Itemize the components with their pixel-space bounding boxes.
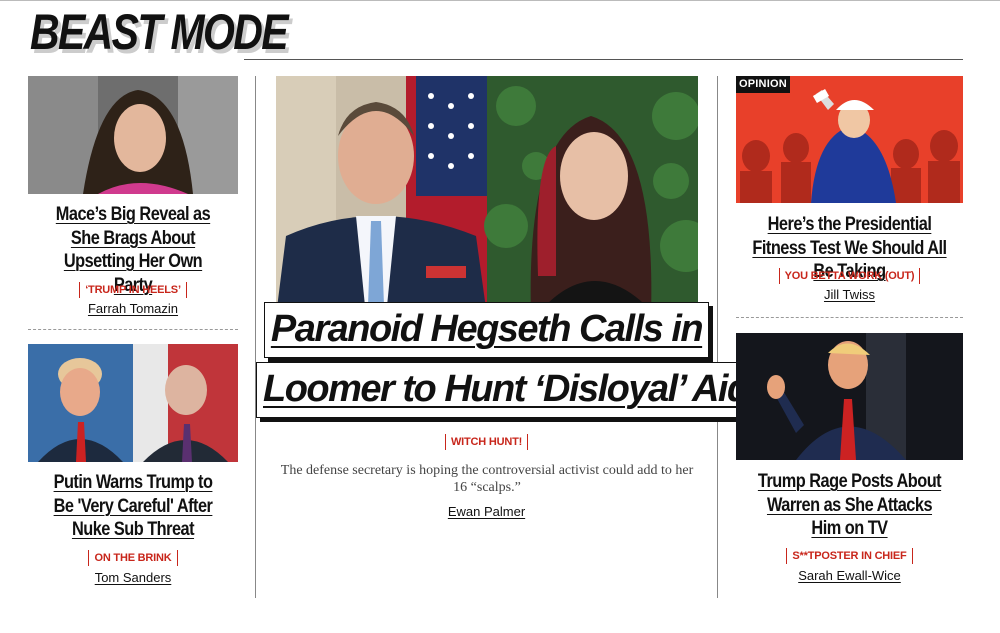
trump-warren-kicker-wrap: S**TPOSTER IN CHIEF	[736, 546, 963, 564]
opinion-badge: OPINION	[736, 76, 790, 93]
left-separator	[28, 329, 238, 330]
lead-kicker[interactable]: WITCH HUNT!	[444, 434, 529, 450]
trump-warren-headline[interactable]: Trump Rage Posts About Warren as She Att…	[752, 470, 947, 541]
lead-headline-line2[interactable]: Loomer to Hunt ‘Disloyal’ Aides	[256, 362, 795, 418]
lead-author[interactable]: Ewan Palmer	[256, 504, 717, 519]
putin-story-image[interactable]	[28, 344, 238, 462]
fitness-story-image[interactable]	[736, 76, 963, 203]
putin-headline[interactable]: Putin Warns Trump to Be 'Very Careful' A…	[43, 471, 224, 542]
lead-story-image[interactable]	[276, 76, 698, 316]
lead-headline-line1[interactable]: Paranoid Hegseth Calls in	[263, 302, 710, 358]
putin-kicker[interactable]: ON THE BRINK	[88, 550, 178, 566]
trump-warren-kicker[interactable]: S**TPOSTER IN CHIEF	[786, 548, 913, 564]
putin-trump-photo	[28, 344, 238, 462]
mace-story-image[interactable]	[28, 76, 238, 194]
mace-kicker-wrap: ‘TRUMP IN HEELS’	[28, 280, 238, 298]
fitness-kicker-wrap: YOU BETTA WORK (OUT)	[736, 266, 963, 284]
top-border	[0, 0, 1000, 1]
trump-warren-author[interactable]: Sarah Ewall-Wice	[736, 568, 963, 583]
lead-kicker-wrap: WITCH HUNT!	[256, 432, 717, 450]
lead-headline-line2-wrap: Loomer to Hunt ‘Disloyal’ Aides	[256, 362, 795, 418]
fitness-author[interactable]: Jill Twiss	[736, 287, 963, 302]
mace-photo	[28, 76, 238, 194]
trump-warren-story-image[interactable]	[736, 333, 963, 460]
trump-waving-photo	[736, 333, 963, 460]
putin-kicker-wrap: ON THE BRINK	[28, 548, 238, 566]
section-title[interactable]: BEAST MODE	[30, 4, 289, 60]
lead-headline-line1-wrap: Paranoid Hegseth Calls in	[256, 302, 717, 358]
title-divider	[244, 59, 963, 60]
column-divider-right	[717, 76, 718, 598]
fitness-illustration	[736, 76, 963, 203]
lead-dek: The defense secretary is hoping the cont…	[280, 463, 694, 495]
mace-author[interactable]: Farrah Tomazin	[28, 301, 238, 316]
mace-kicker[interactable]: ‘TRUMP IN HEELS’	[79, 282, 187, 298]
putin-author[interactable]: Tom Sanders	[28, 570, 238, 585]
hegseth-loomer-photo	[276, 76, 698, 316]
fitness-kicker[interactable]: YOU BETTA WORK (OUT)	[778, 268, 921, 284]
right-separator	[736, 317, 963, 318]
